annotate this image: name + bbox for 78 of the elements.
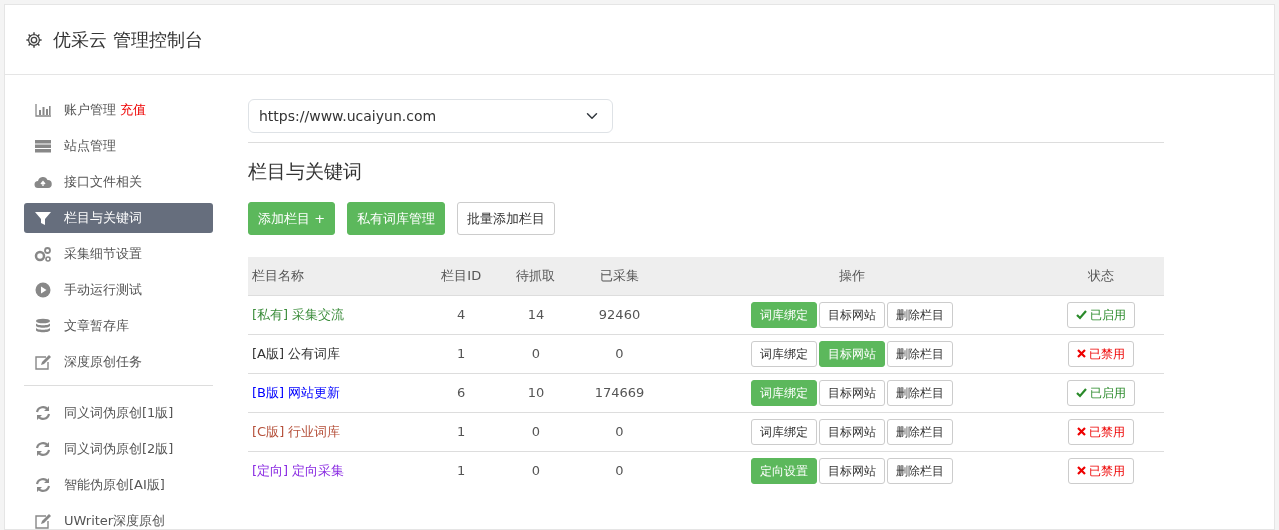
action-button[interactable]: 词库绑定 bbox=[750, 418, 817, 445]
category-link[interactable]: [A版] 公有词库 bbox=[252, 345, 341, 361]
refresh-icon bbox=[34, 405, 52, 421]
sidebar-item[interactable]: 接口文件相关 bbox=[24, 167, 213, 197]
app-title: 优采云 管理控制台 bbox=[53, 28, 203, 52]
sidebar-label: 账户管理 bbox=[64, 102, 116, 118]
refresh-icon bbox=[34, 477, 52, 493]
category-link[interactable]: [C版] 行业词库 bbox=[252, 423, 341, 439]
column-header: 状态 bbox=[1037, 257, 1164, 295]
check-icon bbox=[1075, 309, 1087, 320]
cross-icon bbox=[1076, 427, 1086, 436]
table-cell: 0 bbox=[572, 451, 667, 490]
table-cell: 0 bbox=[572, 412, 667, 451]
sidebar-item[interactable]: 同义词伪原创[1版] bbox=[24, 398, 213, 428]
cloud-upload-icon bbox=[34, 174, 52, 190]
table-cell: 6 bbox=[423, 373, 499, 412]
settings-icon bbox=[25, 30, 43, 49]
database-icon bbox=[34, 318, 52, 334]
category-link[interactable]: [B版] 网站更新 bbox=[252, 384, 341, 400]
table-cell: 1 bbox=[423, 451, 499, 490]
column-header: 待抓取 bbox=[499, 257, 573, 295]
sidebar-item[interactable]: 采集细节设置 bbox=[24, 239, 213, 269]
table-cell: 92460 bbox=[572, 295, 667, 334]
table-cell: 4 bbox=[423, 295, 499, 334]
chart-icon bbox=[34, 102, 52, 118]
sidebar-item[interactable]: 文章暂存库 bbox=[24, 311, 213, 341]
category-link[interactable]: [定向] 定向采集 bbox=[252, 463, 345, 478]
recharge-link[interactable]: 充值 bbox=[120, 102, 146, 118]
filter-icon bbox=[34, 210, 52, 226]
server-icon bbox=[34, 138, 52, 154]
table-cell: 0 bbox=[499, 334, 573, 373]
edit-icon bbox=[34, 513, 52, 529]
refresh-icon bbox=[34, 441, 52, 457]
status-button[interactable]: 已启用 bbox=[1066, 301, 1135, 328]
sidebar-item[interactable]: 智能伪原创[AI版] bbox=[24, 470, 213, 500]
action-button[interactable]: 目标网站 bbox=[818, 418, 885, 445]
column-header: 栏目名称 bbox=[248, 257, 424, 295]
column-header: 已采集 bbox=[572, 257, 667, 295]
action-button[interactable]: 删除栏目 bbox=[886, 379, 953, 406]
table-cell: 0 bbox=[572, 334, 667, 373]
status-button[interactable]: 已启用 bbox=[1066, 379, 1135, 406]
gears-icon bbox=[34, 246, 52, 262]
action-button[interactable]: 删除栏目 bbox=[886, 301, 953, 328]
toolbar-button[interactable]: 批量添加栏目 bbox=[457, 201, 556, 235]
table-cell: 0 bbox=[499, 451, 573, 490]
edit-icon bbox=[34, 354, 52, 370]
table-cell: 10 bbox=[499, 373, 573, 412]
table-cell: 1 bbox=[423, 334, 499, 373]
cross-icon bbox=[1076, 466, 1086, 476]
section-title: 栏目与关键词 bbox=[248, 159, 363, 184]
action-button[interactable]: 目标网站 bbox=[818, 379, 885, 406]
status-button[interactable]: 已禁用 bbox=[1067, 457, 1134, 484]
sidebar-item[interactable]: 手动运行测试 bbox=[24, 275, 213, 305]
check-icon bbox=[1075, 387, 1087, 398]
sidebar-item[interactable]: 栏目与关键词 bbox=[24, 203, 213, 233]
action-button[interactable]: 删除栏目 bbox=[886, 340, 953, 367]
status-button[interactable]: 已禁用 bbox=[1067, 418, 1134, 445]
column-header: 栏目ID bbox=[423, 257, 499, 295]
column-header: 操作 bbox=[666, 257, 1038, 295]
table-cell: 1 bbox=[423, 412, 499, 451]
table-cell: 174669 bbox=[572, 373, 667, 412]
action-button[interactable]: 词库绑定 bbox=[750, 340, 817, 367]
sidebar-item[interactable]: 深度原创任务 bbox=[24, 347, 213, 377]
action-button[interactable]: 删除栏目 bbox=[886, 457, 953, 484]
table-cell: 0 bbox=[499, 412, 573, 451]
sidebar-item[interactable]: 站点管理 bbox=[24, 131, 213, 161]
action-button[interactable]: 目标网站 bbox=[818, 301, 885, 328]
sidebar-item[interactable]: UWriter深度原创 bbox=[24, 506, 213, 529]
status-button[interactable]: 已禁用 bbox=[1067, 340, 1134, 367]
play-icon bbox=[34, 282, 52, 298]
action-button[interactable]: 删除栏目 bbox=[886, 418, 953, 445]
table-cell: 14 bbox=[499, 295, 573, 334]
sidebar-item[interactable]: 同义词伪原创[2版] bbox=[24, 434, 213, 464]
action-button[interactable]: 目标网站 bbox=[818, 457, 885, 484]
cross-icon bbox=[1076, 349, 1086, 358]
category-link[interactable]: [私有] 采集交流 bbox=[252, 306, 345, 322]
sidebar-item[interactable]: 账户管理 充值 bbox=[64, 100, 146, 120]
site-select[interactable]: https://www.ucaiyun.com bbox=[248, 99, 613, 133]
